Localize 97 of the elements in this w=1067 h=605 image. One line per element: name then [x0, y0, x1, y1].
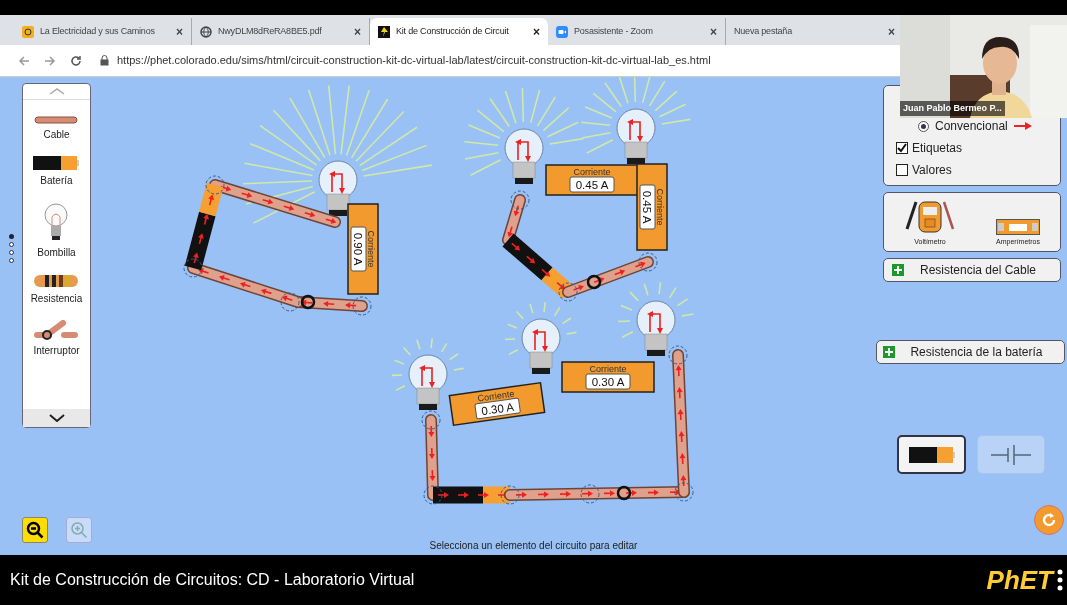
- checkbox-label: Valores: [912, 162, 952, 179]
- vertex-handle[interactable]: [280, 292, 300, 312]
- battery-resistance-button[interactable]: Resistencia de la batería: [876, 340, 1065, 364]
- checkbox-label: Etiquetas: [912, 140, 963, 157]
- vertex-handle[interactable]: [558, 282, 578, 302]
- plus-icon: [892, 264, 904, 276]
- light-bulb[interactable]: [408, 354, 448, 410]
- vertex-handle[interactable]: [183, 258, 203, 278]
- toolbox-item[interactable]: Batería: [33, 156, 80, 188]
- arrow-icon: [1013, 122, 1032, 130]
- light-bulb[interactable]: [636, 300, 676, 356]
- radio-label: Convencional: [935, 118, 1008, 135]
- light-bulb-icon: [43, 202, 70, 242]
- toolbox-item[interactable]: Bombilla: [37, 202, 76, 260]
- globe-icon: [200, 25, 212, 38]
- switch-pivot[interactable]: [300, 294, 316, 310]
- vertex-handle[interactable]: [500, 485, 520, 505]
- checkbox[interactable]: [896, 164, 908, 176]
- close-tab-button[interactable]: ×: [710, 22, 717, 41]
- battery[interactable]: [184, 182, 224, 271]
- checkbox[interactable]: [896, 142, 908, 154]
- zoom-out-button[interactable]: [22, 517, 48, 543]
- tab-title: Posasistente - Zoom: [574, 24, 654, 38]
- ammeter-icon[interactable]: [996, 218, 1040, 235]
- scroll-down-button[interactable]: [23, 409, 90, 427]
- lock-icon[interactable]: [100, 55, 109, 66]
- light-bulb[interactable]: [504, 128, 544, 184]
- vertex-handle[interactable]: [205, 175, 225, 195]
- resistor-icon: [33, 274, 80, 288]
- tab-favicon-icon: [378, 25, 390, 38]
- battery[interactable]: [502, 233, 574, 299]
- vertex-handle[interactable]: [674, 482, 694, 502]
- wire[interactable]: [209, 179, 341, 228]
- light-bulb[interactable]: [521, 318, 561, 374]
- light-bulb[interactable]: [616, 108, 656, 164]
- battery[interactable]: [433, 486, 510, 504]
- ammeter-label: Corriente: [366, 230, 376, 268]
- vertex-handle[interactable]: [352, 296, 372, 316]
- wire[interactable]: [562, 256, 654, 298]
- switch-pivot[interactable]: [616, 485, 632, 501]
- phet-logo[interactable]: PhET: [986, 567, 1053, 593]
- tab-title: Nueva pestaña: [734, 24, 793, 38]
- close-tab-button[interactable]: ×: [354, 22, 361, 41]
- wire-icon: [34, 116, 79, 124]
- battery-icon: [33, 156, 80, 170]
- tab-title: Kit de Construcción de Circuit: [396, 24, 510, 38]
- tab-favicon-icon: [22, 25, 34, 38]
- ammeter-label: Corriente: [589, 364, 627, 374]
- close-tab-button[interactable]: ×: [533, 22, 540, 41]
- zoom-in-icon: [70, 521, 88, 539]
- menu-icon[interactable]: [1057, 569, 1063, 591]
- wire[interactable]: [502, 194, 526, 246]
- wire[interactable]: [425, 414, 439, 501]
- switch-pivot[interactable]: [586, 274, 602, 290]
- reset-button[interactable]: [1034, 505, 1064, 535]
- voltmeter-icon[interactable]: [904, 198, 956, 235]
- toolbox-item[interactable]: Resistencia: [30, 274, 83, 306]
- chevron-down-icon: [48, 414, 65, 422]
- light-bulb[interactable]: [318, 160, 358, 216]
- browser-tab[interactable]: Kit de Construcción de Circuit ×: [370, 18, 548, 45]
- cable-resistance-button[interactable]: Resistencia del Cable: [883, 258, 1061, 282]
- battery-symbol-icon: [991, 443, 1031, 466]
- vertex-handle[interactable]: [421, 410, 441, 430]
- battery-icon: [908, 446, 955, 463]
- vertex-handle[interactable]: [510, 190, 530, 210]
- video-camera-icon: [556, 25, 568, 38]
- current-reading: 0.45 A: [569, 176, 615, 193]
- toolbox-item[interactable]: Interruptor: [33, 320, 80, 358]
- vertex-handle[interactable]: [580, 484, 600, 504]
- vertex-handle[interactable]: [638, 252, 658, 272]
- current-reading: 0.45 A: [639, 184, 656, 230]
- ammeter-label: Corriente: [655, 188, 665, 226]
- plus-icon: [883, 346, 895, 358]
- ammeter-label: Corriente: [573, 167, 611, 177]
- back-icon[interactable]: [18, 54, 30, 67]
- forward-icon[interactable]: [44, 54, 56, 67]
- radio-button[interactable]: [918, 120, 929, 132]
- tab-title: NwyDLM8dReRA8BE5.pdf: [218, 24, 323, 38]
- wire[interactable]: [672, 349, 690, 498]
- switch-icon: [33, 320, 80, 340]
- reload-icon[interactable]: [70, 54, 82, 67]
- reset-icon: [1041, 512, 1057, 528]
- vertex-handle[interactable]: [668, 345, 688, 365]
- vertex-handle[interactable]: [423, 485, 443, 505]
- toolbox-item[interactable]: Cable: [34, 116, 79, 142]
- sim-title: Kit de Construcción de Circuitos: CD - Laboratorio Virtual: [10, 570, 415, 590]
- chevron-up-icon: [48, 88, 65, 95]
- close-tab-button[interactable]: ×: [888, 22, 895, 41]
- zoom-out-icon: [26, 521, 44, 539]
- tab-title: La Electricidad y sus Caminos: [40, 24, 156, 38]
- wire[interactable]: [187, 262, 304, 308]
- current-reading: 0.30 A: [585, 373, 631, 390]
- current-reading: 0.90 A: [350, 226, 367, 272]
- participant-name: Juan Pablo Bermeo P...: [900, 100, 1005, 116]
- status-message: Selecciona un elemento del circuito para editar: [428, 539, 639, 553]
- battery-type-button[interactable]: [897, 435, 966, 474]
- close-tab-button[interactable]: ×: [176, 22, 183, 41]
